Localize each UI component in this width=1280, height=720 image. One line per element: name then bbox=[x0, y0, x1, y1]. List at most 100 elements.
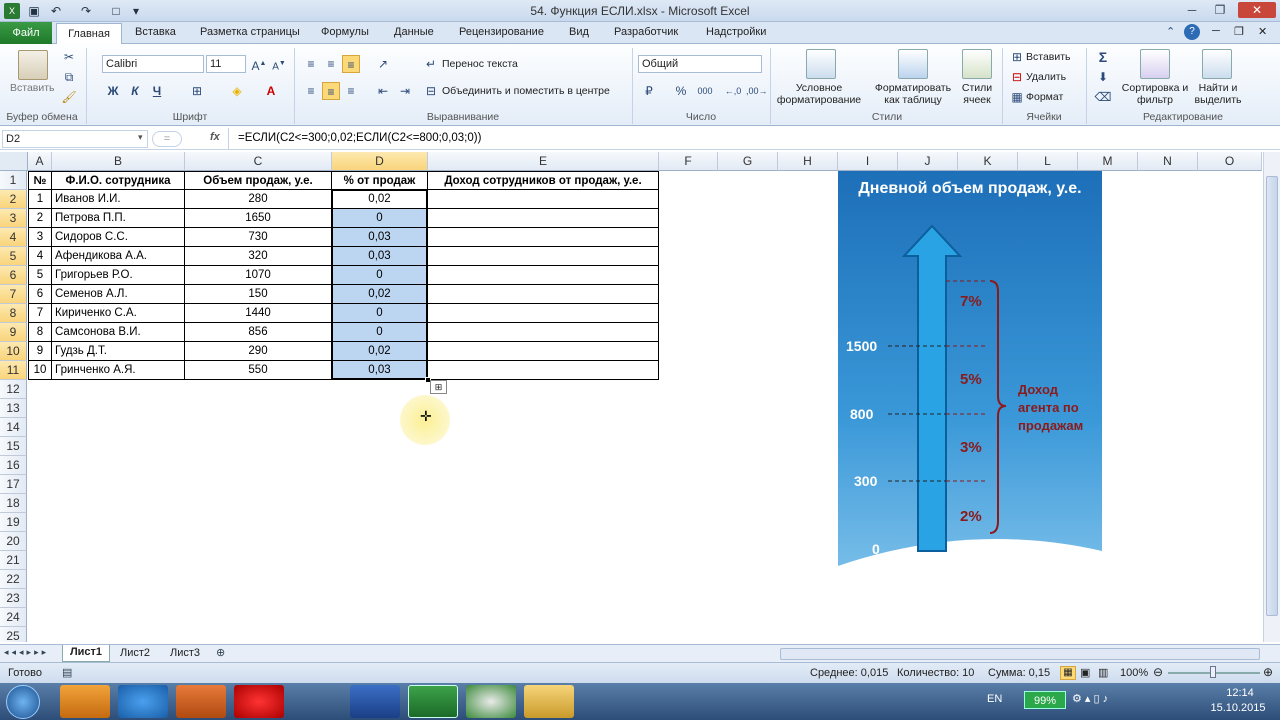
doc-restore-icon[interactable]: ❐ bbox=[1234, 25, 1244, 38]
name-box[interactable]: D2 bbox=[2, 130, 148, 148]
cell[interactable]: Иванов И.И. bbox=[52, 190, 185, 209]
vertical-scrollbar[interactable] bbox=[1263, 152, 1280, 642]
cell[interactable]: 0,02 bbox=[332, 285, 428, 304]
zoom-level[interactable]: 100% bbox=[1120, 667, 1148, 679]
cell[interactable]: 280 bbox=[185, 190, 332, 209]
row-header[interactable]: 25 bbox=[0, 627, 27, 642]
cell-styles-icon[interactable] bbox=[962, 49, 992, 79]
row-header[interactable]: 3 bbox=[0, 209, 27, 228]
new-sheet-icon[interactable]: ⊕ bbox=[216, 646, 225, 659]
normal-view-icon[interactable]: ▦ bbox=[1060, 666, 1076, 680]
cell[interactable]: 6 bbox=[28, 285, 52, 304]
cell[interactable] bbox=[428, 209, 659, 228]
align-top-icon[interactable]: ≡ bbox=[302, 55, 320, 73]
percent-button[interactable]: % bbox=[672, 82, 690, 100]
format-as-table-button[interactable]: Форматировать как таблицу bbox=[868, 82, 958, 106]
cell[interactable] bbox=[428, 228, 659, 247]
insert-function-button[interactable]: fx bbox=[210, 131, 220, 143]
row-header[interactable]: 12 bbox=[0, 380, 27, 399]
clear-icon[interactable]: ⌫ bbox=[1094, 88, 1112, 106]
page-layout-view-icon[interactable]: ▣ bbox=[1080, 666, 1090, 679]
row-header[interactable]: 13 bbox=[0, 399, 27, 418]
tray-icons[interactable]: ⚙ ▴ ▯ ♪ bbox=[1072, 692, 1108, 705]
minimize-icon[interactable]: ─ bbox=[1180, 2, 1204, 18]
row-header[interactable]: 17 bbox=[0, 475, 27, 494]
outlook-taskbar-icon[interactable] bbox=[60, 685, 110, 718]
cell[interactable]: Самсонова В.И. bbox=[52, 323, 185, 342]
horizontal-scrollbar[interactable] bbox=[780, 648, 1260, 660]
cell[interactable]: 0,02 bbox=[332, 190, 428, 209]
column-header[interactable]: A bbox=[28, 152, 52, 171]
zoom-out-icon[interactable]: ⊖ bbox=[1153, 665, 1163, 679]
opera-taskbar-icon[interactable] bbox=[234, 685, 284, 718]
column-header[interactable]: B bbox=[52, 152, 185, 171]
doc-minimize-icon[interactable]: ─ bbox=[1212, 25, 1220, 37]
help-icon[interactable]: ? bbox=[1184, 24, 1200, 40]
thousands-button[interactable]: 000 bbox=[696, 82, 714, 100]
column-header[interactable]: I bbox=[838, 152, 898, 171]
cell[interactable]: 1440 bbox=[185, 304, 332, 323]
tab-data[interactable]: Данные bbox=[394, 26, 434, 38]
font-name-select[interactable]: Calibri bbox=[102, 55, 204, 73]
italic-button[interactable]: К bbox=[126, 82, 144, 100]
column-header[interactable]: D bbox=[332, 152, 428, 171]
cell[interactable]: 550 bbox=[185, 361, 332, 380]
borders-icon[interactable]: ⊞ bbox=[188, 82, 206, 100]
row-header[interactable]: 19 bbox=[0, 513, 27, 532]
merge-center-icon[interactable]: ⊟ bbox=[422, 82, 440, 100]
zoom-in-icon[interactable]: ⊕ bbox=[1263, 665, 1273, 679]
cell[interactable]: Кириченко С.А. bbox=[52, 304, 185, 323]
column-header[interactable]: E bbox=[428, 152, 659, 171]
insert-cells-icon[interactable]: ⊞ bbox=[1008, 48, 1026, 66]
column-header[interactable]: K bbox=[958, 152, 1018, 171]
align-bottom-icon[interactable]: ≡ bbox=[342, 55, 360, 73]
vertical-scroll-thumb[interactable] bbox=[1266, 176, 1278, 616]
tab-home[interactable]: Главная bbox=[56, 23, 122, 45]
tab-file[interactable]: Файл bbox=[0, 22, 52, 44]
sheet-nav-icon[interactable]: ◂◂◂▸▸▸ bbox=[4, 647, 49, 658]
tab-review[interactable]: Рецензирование bbox=[459, 26, 544, 38]
sort-filter-icon[interactable] bbox=[1140, 49, 1170, 79]
row-header[interactable]: 9 bbox=[0, 323, 27, 342]
row-header[interactable]: 11 bbox=[0, 361, 27, 380]
cell[interactable] bbox=[428, 266, 659, 285]
word-taskbar-icon[interactable] bbox=[350, 685, 400, 718]
conditional-formatting-icon[interactable] bbox=[806, 49, 836, 79]
clock-time[interactable]: 12:14 bbox=[1210, 687, 1270, 699]
cell[interactable]: Доход сотрудников от продаж, у.е. bbox=[428, 171, 659, 190]
cell[interactable]: 0 bbox=[332, 266, 428, 285]
align-right-icon[interactable]: ≡ bbox=[342, 82, 360, 100]
maximize-icon[interactable]: ❐ bbox=[1208, 2, 1232, 18]
cell[interactable]: 0,02 bbox=[332, 342, 428, 361]
cell[interactable]: Сидоров С.С. bbox=[52, 228, 185, 247]
cell[interactable]: Афендикова А.А. bbox=[52, 247, 185, 266]
format-cells-button[interactable]: Формат bbox=[1026, 91, 1063, 103]
ie-taskbar-icon[interactable] bbox=[118, 685, 168, 718]
cell[interactable]: 5 bbox=[28, 266, 52, 285]
row-header[interactable]: 16 bbox=[0, 456, 27, 475]
tab-addins[interactable]: Надстройки bbox=[706, 26, 766, 38]
cell[interactable]: Гринченко А.Я. bbox=[52, 361, 185, 380]
column-header[interactable]: H bbox=[778, 152, 838, 171]
column-header[interactable]: C bbox=[185, 152, 332, 171]
fill-color-icon[interactable]: ◈ bbox=[228, 82, 246, 100]
cell-styles-button[interactable]: Стили ячеек bbox=[954, 82, 1000, 106]
start-button-icon[interactable] bbox=[6, 685, 40, 719]
cell[interactable]: 290 bbox=[185, 342, 332, 361]
shrink-font-icon[interactable]: A▼ bbox=[270, 55, 288, 73]
font-size-select[interactable]: 11 bbox=[206, 55, 246, 73]
autosum-button[interactable]: Σ bbox=[1094, 48, 1112, 66]
merge-center-button[interactable]: Объединить и поместить в центре bbox=[442, 85, 610, 97]
chrome-taskbar-icon[interactable] bbox=[292, 685, 342, 718]
name-box-dropdown-icon[interactable]: ▾ bbox=[138, 132, 143, 143]
cell[interactable]: Петрова П.П. bbox=[52, 209, 185, 228]
paste-button[interactable]: Вставить bbox=[10, 82, 55, 94]
language-indicator[interactable]: EN bbox=[987, 693, 1002, 705]
cell[interactable]: 3 bbox=[28, 228, 52, 247]
cell[interactable]: % от продаж bbox=[332, 171, 428, 190]
tab-developer[interactable]: Разработчик bbox=[614, 26, 678, 38]
increase-indent-icon[interactable]: ⇥ bbox=[396, 82, 414, 100]
insert-cells-button[interactable]: Вставить bbox=[1026, 51, 1071, 63]
page-break-view-icon[interactable]: ▥ bbox=[1098, 666, 1108, 679]
sheet-tab-2[interactable]: Лист2 bbox=[112, 647, 158, 659]
